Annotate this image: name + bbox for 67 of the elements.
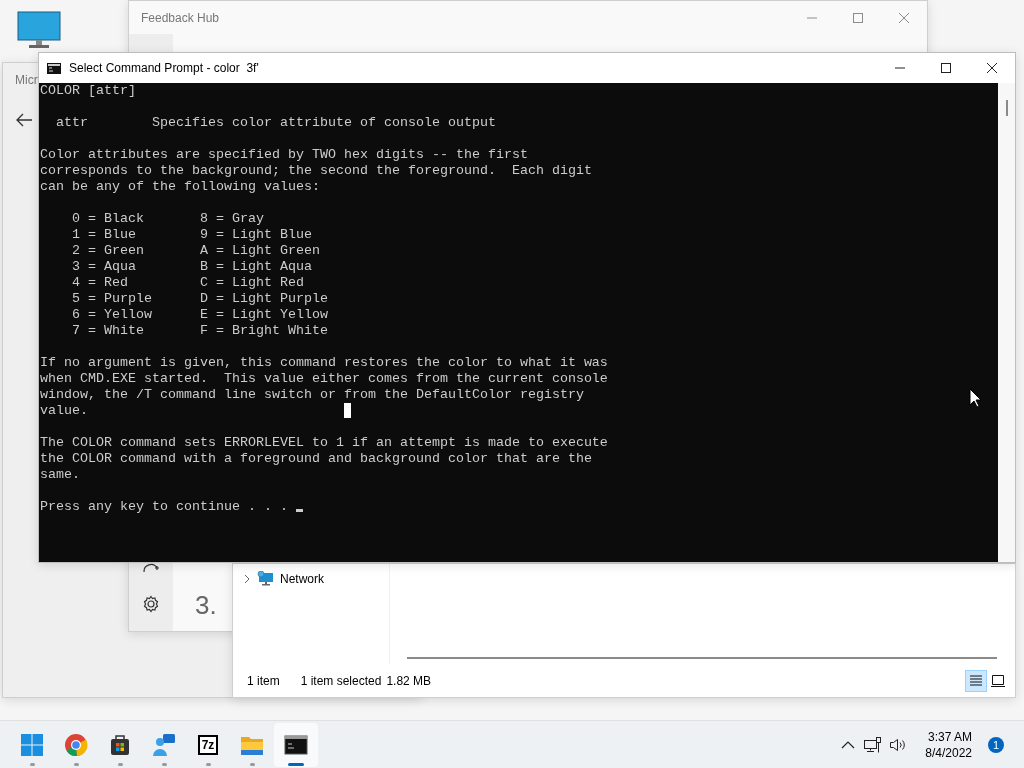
clock-time: 3:37 AM bbox=[927, 728, 972, 745]
console-text: same. bbox=[40, 467, 80, 482]
console-text: value. bbox=[40, 403, 88, 418]
running-indicator bbox=[249, 762, 255, 766]
shopping-bag-icon bbox=[108, 732, 132, 757]
console-text: If no argument is given, this command restores the color to what it was bbox=[40, 355, 608, 370]
running-indicator bbox=[117, 762, 123, 766]
chevron-icon[interactable] bbox=[243, 573, 251, 584]
running-indicator bbox=[29, 762, 35, 766]
scrollbar-thumb[interactable] bbox=[407, 657, 997, 659]
taskbar-app[interactable] bbox=[274, 722, 318, 767]
console-text: when CMD.EXE started. This value either comes from the current console bbox=[40, 371, 608, 386]
terminal-icon bbox=[284, 732, 308, 757]
console-text: Color attributes are specified by TWO hex digits -- the first bbox=[40, 147, 528, 162]
monitor-icon[interactable] bbox=[16, 10, 62, 50]
volume-button[interactable] bbox=[889, 737, 908, 752]
back-icon[interactable] bbox=[15, 113, 33, 127]
maximize-icon[interactable] bbox=[940, 62, 952, 74]
console-text: corresponds to the background; the second the foreground. Each digit bbox=[40, 163, 592, 178]
person-chat-icon bbox=[152, 732, 176, 757]
console-text: attr Specifies color attribute of console output bbox=[55, 115, 496, 130]
archiver-icon: 7z bbox=[197, 734, 219, 755]
console-text: 5 = Purple D = Light Purple bbox=[71, 291, 328, 306]
console-text: window, the /T command line switch or from the DefaultColor registry bbox=[40, 387, 584, 402]
text-cursor bbox=[344, 403, 351, 418]
running-indicator bbox=[73, 762, 79, 766]
scrollbar-thumb[interactable] bbox=[1005, 100, 1008, 116]
window-title: Feedback Hub bbox=[140, 10, 221, 25]
text-cursor bbox=[295, 509, 303, 512]
clock[interactable]: 3:37 AM 8/4/2022 bbox=[915, 728, 976, 761]
running-indicator bbox=[161, 762, 167, 766]
console-text: can be any of the following values: bbox=[40, 179, 320, 194]
console-text: The COLOR command sets ERRORLEVEL to 1 if an attempt is made to execute bbox=[40, 435, 608, 450]
start-icon bbox=[20, 732, 44, 757]
selection-size: 1.82 MB bbox=[386, 673, 433, 688]
running-indicator bbox=[205, 762, 211, 766]
chevron-up-icon bbox=[841, 740, 856, 749]
console-text: COLOR [attr] bbox=[40, 83, 136, 98]
network-button[interactable] bbox=[863, 736, 882, 753]
terminal-icon bbox=[47, 62, 61, 74]
console-text: 4 = Red C = Light Red bbox=[71, 275, 304, 290]
show-hidden-icons-button[interactable] bbox=[841, 740, 856, 749]
console-text: 0 = Black 8 = Gray bbox=[71, 211, 264, 226]
taskbar-app[interactable]: 7z bbox=[186, 722, 230, 767]
selection-count: 1 item selected bbox=[300, 673, 382, 688]
console-text: the COLOR command with a foreground and background color that are the bbox=[40, 451, 592, 466]
settings-icon[interactable] bbox=[142, 595, 160, 613]
close-icon[interactable] bbox=[986, 62, 998, 74]
console-text: 7 = White F = Bright White bbox=[71, 323, 328, 338]
browser-icon bbox=[64, 732, 88, 757]
mouse-pointer-icon bbox=[969, 388, 982, 408]
page-heading: 3. bbox=[195, 590, 217, 621]
console-text: 2 = Green A = Light Green bbox=[71, 243, 320, 258]
notification-badge[interactable]: 1 bbox=[988, 736, 1004, 753]
window-title: Micr bbox=[15, 73, 38, 87]
console-text: Press any key to continue . . . bbox=[40, 499, 289, 514]
window-title: Select Command Prompt - color 3f' bbox=[68, 61, 260, 75]
running-indicator bbox=[288, 762, 304, 766]
network-icon bbox=[863, 736, 882, 753]
console-text: 3 = Aqua B = Light Aqua bbox=[71, 259, 312, 274]
network-icon bbox=[257, 571, 274, 586]
console-text: 1 = Blue 9 = Light Blue bbox=[71, 227, 312, 242]
item-count: 1 item bbox=[247, 673, 280, 688]
clock-date: 8/4/2022 bbox=[925, 744, 972, 761]
speaker-icon bbox=[889, 737, 908, 752]
nav-item[interactable]: Network bbox=[243, 571, 324, 586]
console-text: 6 = Yellow E = Light Yellow bbox=[71, 307, 328, 322]
